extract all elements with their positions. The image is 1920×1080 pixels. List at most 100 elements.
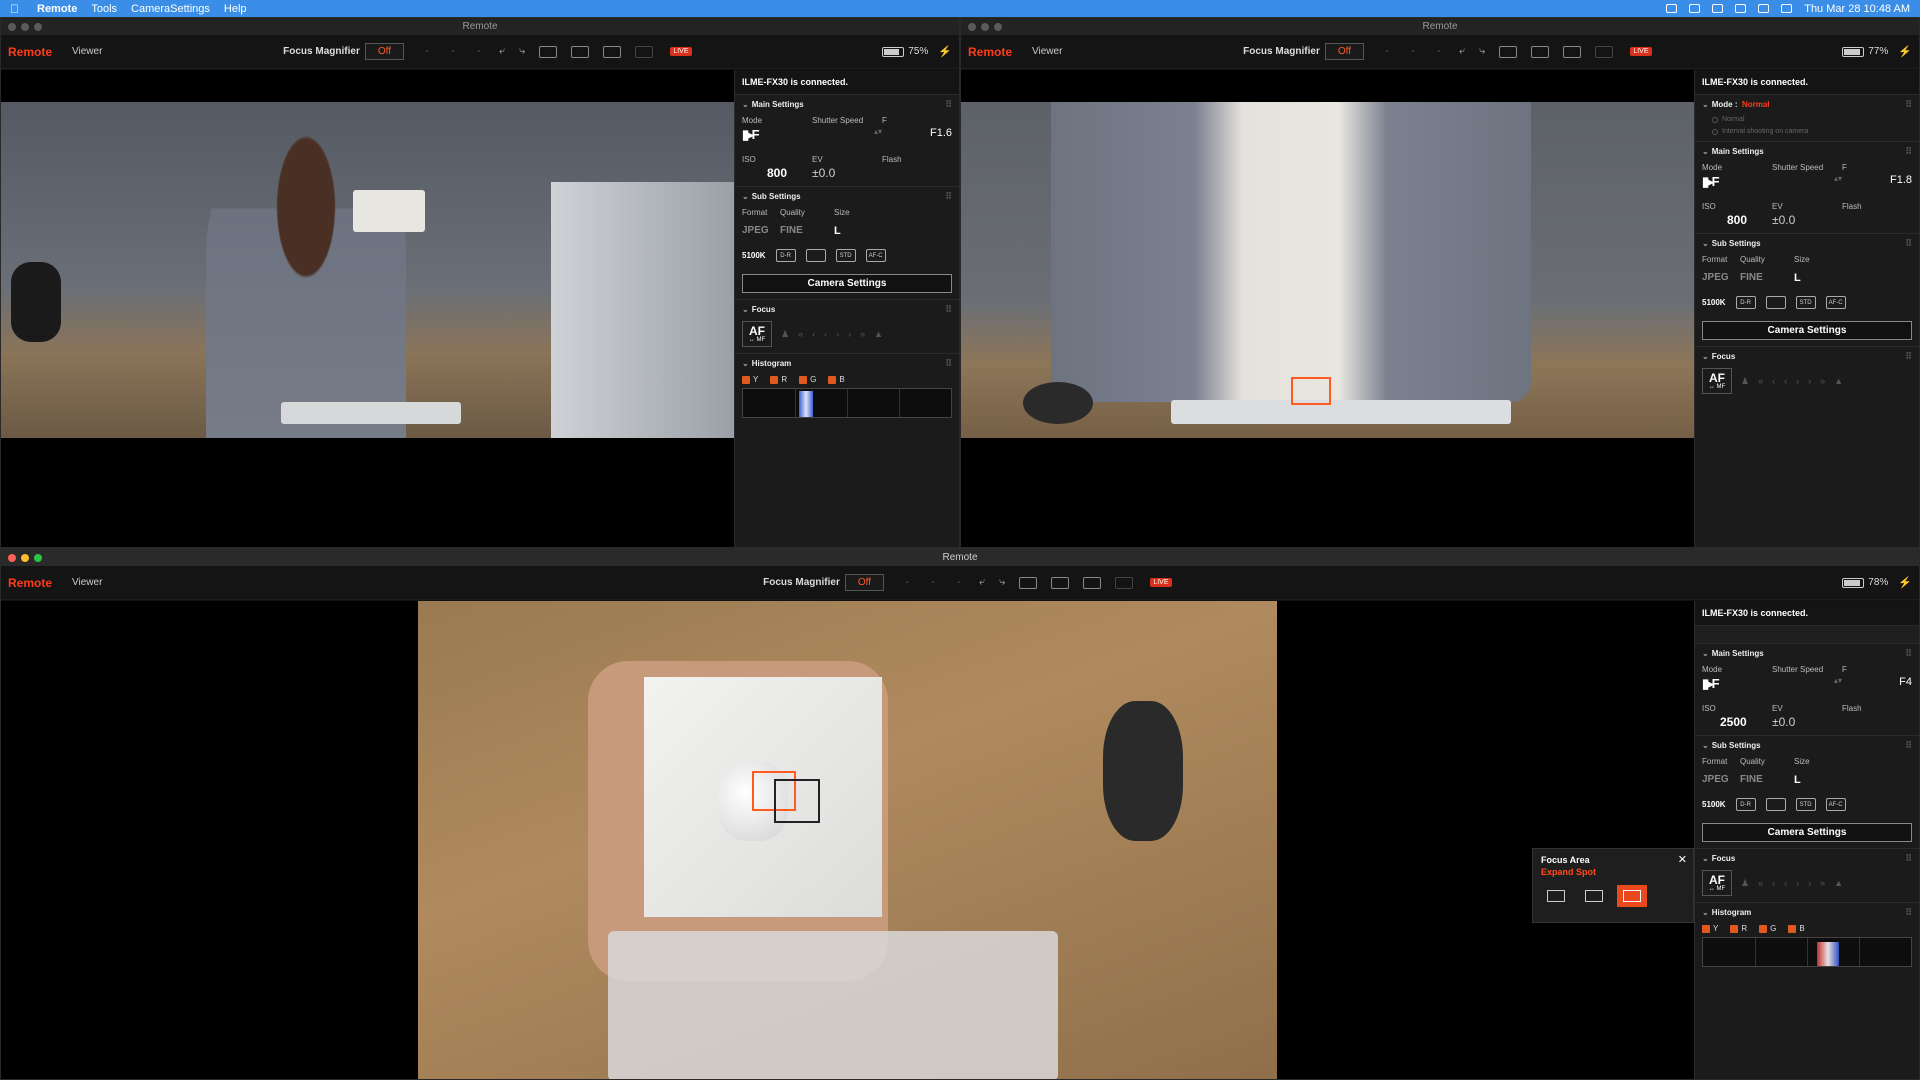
ev-value[interactable]: ±0.0: [1772, 213, 1842, 227]
focus-forward-small-icon[interactable]: ›: [1796, 376, 1799, 386]
focus-back-icon[interactable]: ‹: [1772, 878, 1775, 888]
focus-far-icon[interactable]: «: [1758, 376, 1763, 386]
mountain-icon[interactable]: ▲: [1834, 878, 1843, 888]
focus-area-icon[interactable]: [1765, 798, 1786, 811]
camera-icon[interactable]: [1689, 4, 1701, 13]
battery-menu-icon[interactable]: [1735, 4, 1747, 13]
rotate-right-icon[interactable]: ⤷: [999, 576, 1005, 589]
mode-option-normal[interactable]: Normal: [1712, 116, 1912, 123]
rotate-right-icon[interactable]: ⤷: [519, 45, 525, 58]
magnifier-dash-1[interactable]: -: [1374, 46, 1400, 57]
rotate-right-icon[interactable]: ⤷: [1479, 45, 1485, 58]
disabled-icon[interactable]: [1115, 576, 1134, 589]
white-balance-value[interactable]: 5100K: [1702, 298, 1726, 307]
menubar-clock[interactable]: Thu Mar 28 10:48 AM: [1804, 3, 1910, 15]
iso-value[interactable]: 800: [1702, 213, 1772, 227]
magnifier-dash-3[interactable]: -: [1426, 46, 1452, 57]
drag-handle-icon[interactable]: ⠿: [1905, 146, 1912, 157]
af-mf-toggle[interactable]: AF ↔ MF: [1702, 870, 1732, 896]
focus-header[interactable]: ⌄ Focus ⠿: [1702, 351, 1912, 362]
drag-handle-icon[interactable]: ⠿: [1905, 853, 1912, 864]
channel-y[interactable]: Y: [1702, 924, 1718, 933]
live-view-icon[interactable]: LIVE: [1150, 578, 1172, 587]
mountain-icon[interactable]: ▲: [1834, 376, 1843, 386]
channel-r[interactable]: R: [1730, 924, 1747, 933]
screen-icon[interactable]: [1666, 4, 1678, 13]
focus-forward-small-icon[interactable]: ›: [1796, 878, 1799, 888]
focus-forward-small-icon[interactable]: ›: [836, 329, 839, 339]
display-mode-icon[interactable]: [539, 45, 558, 58]
f-number-value[interactable]: F1.6: [882, 127, 952, 143]
person-icon[interactable]: ♟: [1741, 376, 1749, 387]
close-dot[interactable]: [968, 23, 976, 31]
white-balance-value[interactable]: 5100K: [1702, 800, 1726, 809]
drag-handle-icon[interactable]: ⠿: [1905, 99, 1912, 110]
main-settings-header[interactable]: ⌄ Main Settings ⠿: [1702, 648, 1912, 659]
live-view-icon[interactable]: LIVE: [1630, 47, 1652, 56]
histogram-header[interactable]: ⌄ Histogram ⠿: [1702, 907, 1912, 918]
magnifier-dash-2[interactable]: -: [1400, 46, 1426, 57]
format-value[interactable]: JPEG: [1702, 272, 1740, 284]
focus-near-icon[interactable]: »: [1820, 878, 1825, 888]
focus-magnifier-off-button[interactable]: Off: [844, 574, 884, 591]
channel-g[interactable]: G: [1759, 924, 1776, 933]
white-balance-value[interactable]: 5100K: [742, 251, 766, 260]
close-dot[interactable]: [8, 23, 16, 31]
af-c-icon[interactable]: AF-C: [1825, 798, 1846, 811]
focus-back-small-icon[interactable]: ‹: [1784, 878, 1787, 888]
camera-settings-button[interactable]: Camera Settings: [1702, 823, 1912, 842]
close-icon[interactable]: ✕: [1678, 853, 1687, 866]
focus-header[interactable]: ⌄ Focus ⠿: [1702, 853, 1912, 864]
movie-mode-icon[interactable]: ▮▸F: [742, 127, 812, 143]
iso-value[interactable]: 800: [742, 166, 812, 180]
focus-back-icon[interactable]: ‹: [1772, 376, 1775, 386]
live-view-image[interactable]: [418, 601, 1277, 1079]
shutter-speed-value[interactable]: ▴▾: [1772, 676, 1842, 692]
drag-handle-icon[interactable]: ⠿: [945, 191, 952, 202]
movie-mode-icon[interactable]: ▮▸F: [1702, 174, 1772, 190]
disabled-icon[interactable]: [635, 45, 654, 58]
mode-header[interactable]: ⌄ Mode : Normal ⠿: [1702, 99, 1912, 110]
person-icon[interactable]: ♟: [781, 329, 789, 340]
display-mode-icon[interactable]: [1499, 45, 1518, 58]
quality-value[interactable]: FINE: [1740, 774, 1794, 786]
channel-b[interactable]: B: [1788, 924, 1805, 933]
rotate-left-icon[interactable]: ⤶: [979, 576, 985, 589]
zoom-dot[interactable]: [34, 23, 42, 31]
disabled-icon[interactable]: [1595, 45, 1614, 58]
focus-area-zone-option[interactable]: [1579, 885, 1609, 907]
quality-value[interactable]: FINE: [780, 225, 834, 237]
focus-area-icon[interactable]: [1765, 296, 1786, 309]
drag-handle-icon[interactable]: ⠿: [1905, 238, 1912, 249]
camera-settings-button[interactable]: Camera Settings: [742, 274, 952, 293]
menu-app-remote[interactable]: Remote: [37, 3, 77, 15]
guide-frame-icon[interactable]: [603, 45, 622, 58]
flash-value[interactable]: [882, 166, 952, 180]
shutter-speed-value[interactable]: ▴▾: [1772, 174, 1842, 190]
flash-value[interactable]: [1842, 213, 1912, 227]
zoom-dot[interactable]: [34, 554, 42, 562]
magnifier-dash-2[interactable]: -: [920, 577, 946, 588]
drag-handle-icon[interactable]: ⠿: [1905, 740, 1912, 751]
focus-forward-icon[interactable]: ›: [1808, 878, 1811, 888]
mountain-icon[interactable]: ▲: [874, 329, 883, 339]
apple-icon[interactable]: : [10, 2, 19, 16]
camera-settings-button[interactable]: Camera Settings: [1702, 321, 1912, 340]
minimize-dot[interactable]: [21, 23, 29, 31]
dro-off-icon[interactable]: D-R: [1735, 296, 1756, 309]
live-view-image[interactable]: [961, 102, 1694, 438]
grid-icon[interactable]: [1051, 576, 1070, 589]
format-value[interactable]: JPEG: [1702, 774, 1740, 786]
flash-value[interactable]: [1842, 715, 1912, 729]
histogram-header[interactable]: ⌄ Histogram ⠿: [742, 358, 952, 369]
mode-option-interval[interactable]: Interval shooting on camera: [1712, 128, 1912, 135]
focus-near-icon[interactable]: »: [1820, 376, 1825, 386]
menu-tools[interactable]: Tools: [91, 3, 117, 15]
drag-handle-icon[interactable]: ⠿: [1905, 907, 1912, 918]
guide-frame-icon[interactable]: [1563, 45, 1582, 58]
af-c-icon[interactable]: AF-C: [1825, 296, 1846, 309]
iso-value[interactable]: 2500: [1702, 715, 1772, 729]
rotate-left-icon[interactable]: ⤶: [1459, 45, 1465, 58]
magnifier-dash-3[interactable]: -: [946, 577, 972, 588]
channel-g[interactable]: G: [799, 375, 816, 384]
